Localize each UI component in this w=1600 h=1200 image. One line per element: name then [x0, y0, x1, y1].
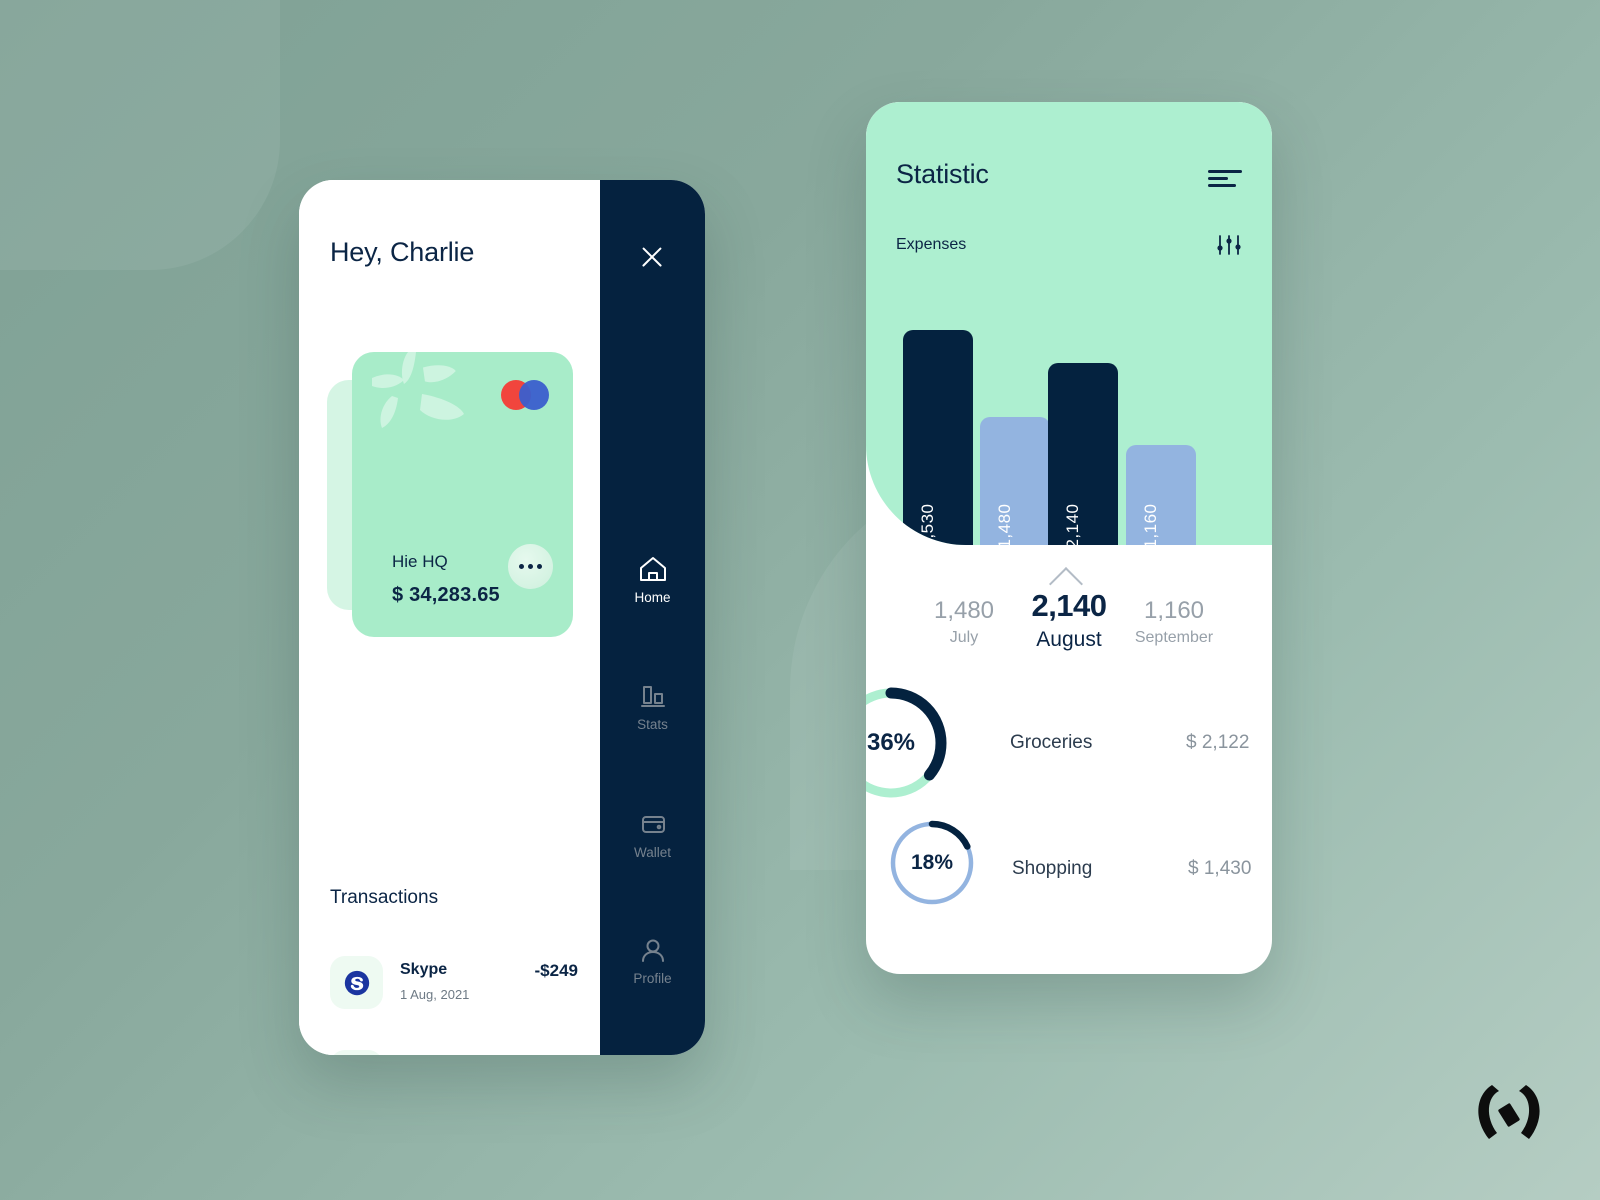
sidebar-item-home[interactable]: Home [600, 555, 705, 605]
list-item[interactable]: Skype 1 Aug, 2021 -$249 [330, 956, 578, 1010]
credit-card-stack: Hie HQ $ 34,283.65 [327, 352, 573, 637]
sliders-icon[interactable] [1216, 234, 1242, 256]
pinwheel-icon [372, 352, 464, 428]
page-title: Statistic [896, 159, 989, 189]
profile-icon [641, 939, 664, 962]
card-balance: $ 34,283.65 [392, 584, 500, 606]
app-background: Hey, Charlie Hie HQ $ 34,283.65 Transact… [0, 0, 1600, 1200]
amazon-icon: a [330, 1050, 383, 1055]
hamburger-icon[interactable] [1208, 170, 1242, 190]
section-label: Expenses [896, 236, 967, 253]
home-icon [639, 557, 666, 581]
bar-label: $2,140 [1063, 503, 1082, 546]
mastercard-blue-circle [519, 380, 549, 410]
transactions-heading: Transactions [330, 887, 439, 908]
caret-up-icon[interactable] [1047, 566, 1091, 584]
bar-label: $2,530 [918, 503, 937, 546]
stats-icon [640, 686, 665, 707]
bar-1[interactable]: $1,480 [980, 417, 1050, 545]
bar-label: $1,160 [1141, 503, 1160, 546]
list-item[interactable]: a Amazon 4 Aug, 2021 -$499 [330, 1050, 578, 1055]
donut-percent: 36% [866, 729, 916, 756]
hamburger-line [1208, 184, 1236, 187]
transaction-amount: -$249 [534, 961, 578, 980]
right-phone-screen: $2,530 $1,480 $2,140 $1,160 Statistic Expen… [866, 102, 1272, 974]
ellipsis-dot [528, 564, 533, 569]
close-icon[interactable] [635, 240, 669, 274]
page-title: Hey, Charlie [330, 237, 475, 267]
hamburger-line [1208, 170, 1242, 173]
sidebar-item-label: Profile [633, 971, 672, 986]
credit-card-front[interactable]: Hie HQ $ 34,283.65 [352, 352, 573, 637]
month-column-september[interactable]: 1,160 September [1099, 597, 1249, 647]
sidebar-item-stats[interactable]: Stats [600, 682, 705, 732]
category-name: Groceries [1010, 732, 1093, 753]
category-row-groceries[interactable]: 36% Groceries $ 2,122 [866, 686, 1272, 800]
category-row-shopping[interactable]: 18% Shopping $ 1,430 [888, 819, 1272, 919]
bar-3[interactable]: $1,160 [1126, 445, 1196, 545]
transaction-date: 1 Aug, 2021 [400, 987, 470, 1002]
bar-0[interactable]: $2,530 [903, 330, 973, 545]
sidebar-item-profile[interactable]: Profile [600, 936, 705, 986]
sidebar-item-label: Home [634, 590, 671, 605]
bar-label: $1,480 [995, 503, 1014, 546]
ellipsis-dot [519, 564, 524, 569]
sidebar-item-wallet[interactable]: Wallet [600, 810, 705, 860]
brand-logo-icon [1478, 1085, 1540, 1139]
bar-2[interactable]: $2,140 [1048, 363, 1118, 545]
ellipsis-icon[interactable] [508, 544, 553, 589]
ellipsis-dot [537, 564, 542, 569]
skype-icon [330, 956, 383, 1009]
sidebar-nav: Home Stats Wallet Profile [600, 180, 705, 1055]
wallet-icon [641, 816, 665, 833]
sidebar-item-label: Stats [637, 717, 668, 732]
hamburger-line [1208, 177, 1228, 180]
donut-percent: 18% [910, 851, 954, 874]
left-phone-screen: Hey, Charlie Hie HQ $ 34,283.65 Transact… [299, 180, 705, 1055]
category-name: Shopping [1012, 858, 1093, 879]
background-shape-top-left [0, 0, 280, 270]
mastercard-icon [501, 380, 549, 410]
category-amount: $ 2,122 [1186, 732, 1250, 753]
left-phone-content: Hey, Charlie Hie HQ $ 34,283.65 Transact… [299, 180, 600, 1055]
card-bank-name: Hie HQ [392, 552, 448, 571]
month-name: September [1134, 629, 1214, 646]
sidebar-item-label: Wallet [633, 845, 671, 860]
transaction-name: Skype [400, 961, 448, 978]
month-value: 1,160 [1143, 597, 1205, 624]
category-amount: $ 1,430 [1188, 858, 1252, 879]
